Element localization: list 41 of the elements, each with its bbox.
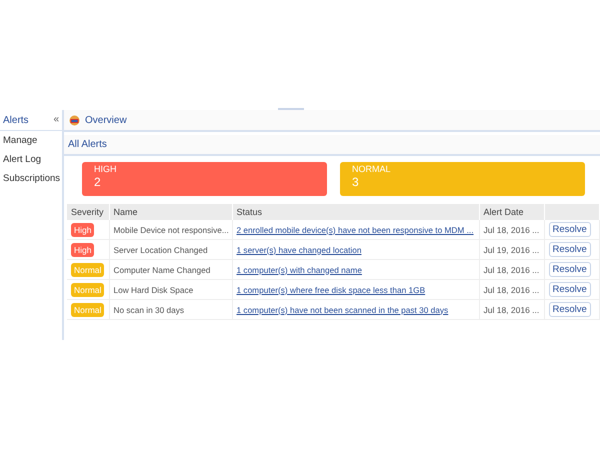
alert-name: No scan in 30 days [114,304,184,314]
section-title: All Alerts [68,139,107,150]
alert-name: Computer Name Changed [114,264,210,274]
alert-date: Jul 18, 2016 ... [484,264,540,274]
resolve-button[interactable]: Resolve [548,262,591,277]
alert-name: Low Hard Disk Space [114,284,194,294]
alert-date: Jul 18, 2016 ... [484,224,540,234]
status-link[interactable]: 1 server(s) have changed location [236,244,362,254]
status-link[interactable]: 1 computer(s) where free disk space less than 1GB [236,284,426,294]
sidebar-title: Alerts [3,114,29,126]
severity-badge: Normal [71,302,104,316]
sidebar-item[interactable]: Manage [0,131,62,150]
alert-name: Mobile Device not responsive... [114,224,229,234]
column-header: Severity [71,207,104,217]
collapse-button[interactable]: « [53,115,59,125]
status-link[interactable]: 2 enrolled mobile device(s) have not been responsive to MDM ... [236,224,474,234]
sidebar-item[interactable]: Alert Log [0,150,62,169]
card-count: 3 [352,175,360,189]
status-link[interactable]: 1 computer(s) have not been scanned in the past 30 days [236,304,448,314]
resolve-button[interactable]: Resolve [548,222,591,237]
column-header: Status [236,207,262,217]
column-header: Name [114,207,138,217]
card-label: NORMAL [352,164,392,174]
severity-badge: High [71,222,94,236]
resolve-button[interactable]: Resolve [548,242,591,257]
resolve-button[interactable]: Resolve [548,282,591,297]
card-label: HIGH [94,164,118,174]
sidebar-item[interactable]: Subscriptions [0,169,62,188]
resolve-button[interactable]: Resolve [548,302,591,317]
status-link[interactable]: 1 computer(s) with changed name [236,264,362,274]
column-header: Alert Date [484,207,524,217]
severity-badge: High [71,242,94,256]
card-count: 2 [94,175,102,189]
splitter-handle[interactable] [278,108,304,110]
alert-name: Server Location Changed [114,244,208,254]
alert-date: Jul 18, 2016 ... [484,284,540,294]
alert-date: Jul 19, 2016 ... [484,244,540,254]
severity-badge: Normal [71,262,104,276]
page-title: Overview [85,114,127,126]
severity-badge: Normal [71,282,104,296]
alert-date: Jul 18, 2016 ... [484,304,540,314]
